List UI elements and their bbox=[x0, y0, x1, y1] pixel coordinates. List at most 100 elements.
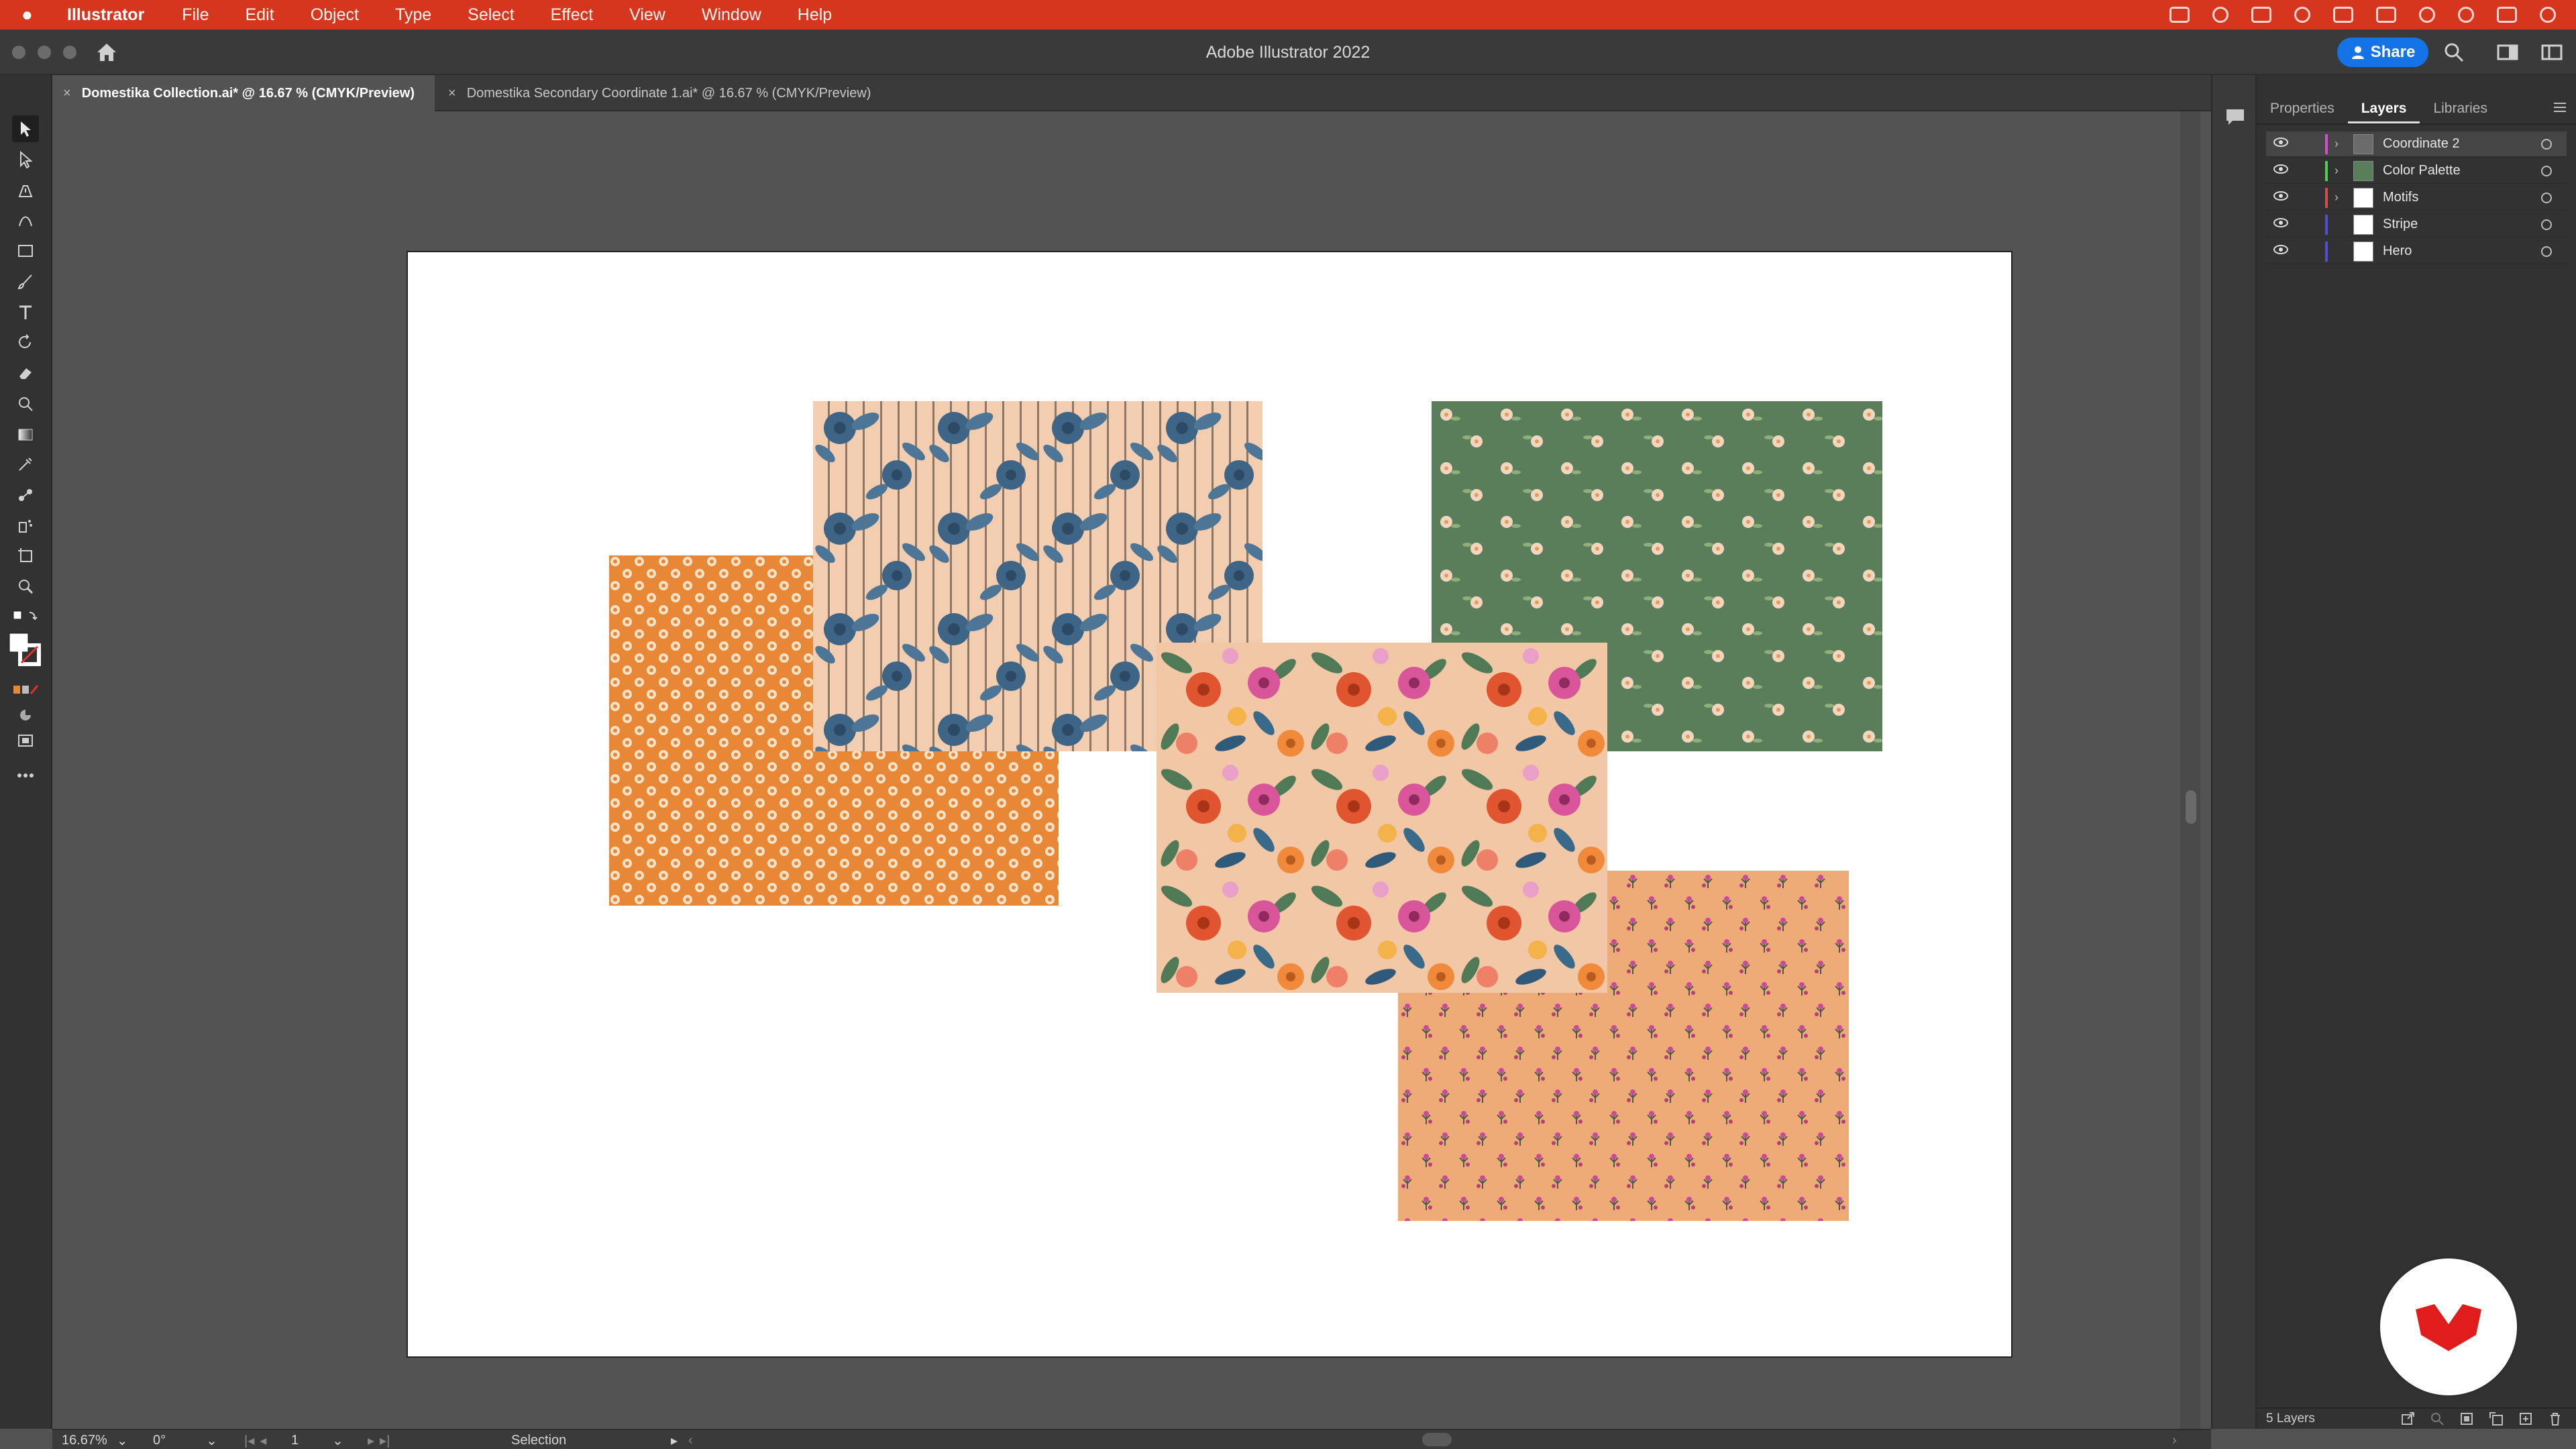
panel-menu-icon[interactable] bbox=[2552, 99, 2568, 115]
visibility-eye-icon[interactable] bbox=[2273, 217, 2293, 232]
paintbrush-tool-icon[interactable] bbox=[12, 268, 39, 295]
previous-artboard-icon[interactable]: ◂ bbox=[260, 1432, 266, 1449]
layer-name[interactable]: Coordinate 2 bbox=[2383, 136, 2541, 152]
chevron-down-icon[interactable]: ⌄ bbox=[206, 1432, 217, 1449]
menu-select[interactable]: Select bbox=[468, 5, 514, 25]
shape-builder-tool-icon[interactable] bbox=[12, 390, 39, 417]
layer-target-icon[interactable] bbox=[2541, 192, 2552, 203]
rotation-field[interactable]: 0° ⌄ bbox=[153, 1432, 227, 1449]
layer-target-icon[interactable] bbox=[2541, 219, 2552, 230]
tab-domestika-secondary-coordinate[interactable]: × Domestika Secondary Coordinate 1.ai* @… bbox=[437, 75, 961, 111]
layer-target-icon[interactable] bbox=[2541, 165, 2552, 176]
artboard-number-field[interactable]: 1 ⌄ bbox=[291, 1432, 345, 1449]
canvas[interactable] bbox=[54, 111, 2220, 1429]
eraser-tool-icon[interactable] bbox=[12, 360, 39, 386]
screen-mode-icon[interactable] bbox=[12, 727, 39, 754]
menu-window[interactable]: Window bbox=[702, 5, 761, 25]
tab-libraries[interactable]: Libraries bbox=[2420, 93, 2501, 123]
selection-tool-icon[interactable] bbox=[12, 115, 39, 142]
menu-type[interactable]: Type bbox=[395, 5, 431, 25]
swap-fill-stroke-icon[interactable] bbox=[12, 604, 39, 631]
menu-view[interactable]: View bbox=[629, 5, 665, 25]
layer-name[interactable]: Hero bbox=[2383, 244, 2541, 259]
layer-target-icon[interactable] bbox=[2541, 246, 2552, 257]
zoom-level[interactable]: 16.67% bbox=[62, 1433, 107, 1448]
play-arrow-icon[interactable]: ▸ bbox=[671, 1432, 678, 1449]
share-button[interactable]: Share bbox=[2337, 38, 2428, 67]
hero-floral-pattern[interactable] bbox=[1157, 643, 1607, 993]
scroll-right-icon[interactable]: › bbox=[2172, 1432, 2186, 1449]
menu-file[interactable]: File bbox=[182, 5, 209, 25]
curvature-tool-icon[interactable] bbox=[12, 207, 39, 233]
fill-stroke-swatch-icon[interactable] bbox=[8, 632, 42, 669]
scroll-left-icon[interactable]: ‹ bbox=[688, 1433, 693, 1448]
pen-tool-icon[interactable] bbox=[12, 177, 39, 204]
menu-app-name[interactable]: Illustrator bbox=[67, 5, 144, 25]
record-icon[interactable] bbox=[2294, 7, 2310, 23]
next-artboard-icon[interactable]: ▸ bbox=[368, 1432, 374, 1449]
first-artboard-icon[interactable]: |◂ bbox=[244, 1432, 254, 1449]
layer-row-hero[interactable]: Hero bbox=[2266, 239, 2567, 264]
new-layer-icon[interactable] bbox=[2518, 1411, 2533, 1426]
rectangle-tool-icon[interactable] bbox=[12, 237, 39, 264]
menu-edit[interactable]: Edit bbox=[246, 5, 274, 25]
menu-effect[interactable]: Effect bbox=[551, 5, 593, 25]
chevron-down-icon[interactable]: ⌄ bbox=[117, 1432, 128, 1449]
rotate-tool-icon[interactable] bbox=[12, 329, 39, 356]
artboard-nav-next[interactable]: ▸ ▸| bbox=[368, 1432, 408, 1449]
display-icon[interactable] bbox=[2251, 7, 2271, 23]
screen-mirroring-icon[interactable] bbox=[2169, 7, 2190, 23]
expand-chevron-icon[interactable]: › bbox=[2334, 164, 2349, 178]
chevron-down-icon[interactable]: ⌄ bbox=[332, 1432, 343, 1449]
direct-selection-tool-icon[interactable] bbox=[12, 146, 39, 173]
artboard-nav-prev[interactable]: |◂ ◂ bbox=[244, 1432, 284, 1449]
siri-icon[interactable] bbox=[2540, 7, 2556, 23]
last-artboard-icon[interactable]: ▸| bbox=[380, 1432, 390, 1449]
tab-layers[interactable]: Layers bbox=[2347, 93, 2420, 123]
menu-help[interactable]: Help bbox=[798, 5, 832, 25]
eyedropper-tool-icon[interactable] bbox=[12, 451, 39, 478]
expand-chevron-icon[interactable]: › bbox=[2334, 137, 2349, 151]
artboard-tool-icon[interactable] bbox=[12, 542, 39, 569]
visibility-eye-icon[interactable] bbox=[2273, 244, 2293, 259]
layer-row-coordinate-2[interactable]: › Coordinate 2 bbox=[2266, 131, 2567, 157]
spotlight-icon[interactable] bbox=[2458, 7, 2474, 23]
rotation-value[interactable]: 0° bbox=[153, 1433, 166, 1448]
search-icon[interactable] bbox=[2442, 40, 2466, 64]
vertical-scrollbar-thumb[interactable] bbox=[2186, 790, 2196, 824]
visibility-eye-icon[interactable] bbox=[2273, 163, 2293, 178]
expand-chevron-icon[interactable]: › bbox=[2334, 191, 2349, 205]
zoom-level-field[interactable]: 16.67% ⌄ bbox=[62, 1432, 136, 1449]
tab-domestika-collection[interactable]: × Domestika Collection.ai* @ 16.67 % (CM… bbox=[52, 75, 435, 111]
artboard[interactable] bbox=[407, 251, 2012, 1358]
battery-icon[interactable] bbox=[2376, 7, 2396, 23]
layer-row-stripe[interactable]: Stripe bbox=[2266, 212, 2567, 237]
layer-row-color-palette[interactable]: › Color Palette bbox=[2266, 158, 2567, 184]
gradient-tool-icon[interactable] bbox=[12, 421, 39, 448]
vertical-scrollbar[interactable] bbox=[2180, 111, 2200, 1429]
new-sublayer-icon[interactable] bbox=[2489, 1411, 2504, 1426]
edit-toolbar-icon[interactable] bbox=[12, 762, 39, 789]
draw-mode-icon[interactable] bbox=[12, 702, 39, 729]
apple-icon[interactable]: ● bbox=[21, 4, 55, 25]
current-tool-field[interactable]: Selection bbox=[511, 1432, 592, 1449]
color-mode-icon[interactable] bbox=[12, 676, 39, 703]
layer-name[interactable]: Color Palette bbox=[2383, 163, 2541, 178]
zoom-tool-icon[interactable] bbox=[12, 573, 39, 600]
visibility-eye-icon[interactable] bbox=[2273, 190, 2293, 205]
close-tab-icon[interactable]: × bbox=[63, 86, 71, 101]
trash-icon[interactable] bbox=[2548, 1411, 2563, 1426]
wifi-icon[interactable] bbox=[2419, 7, 2435, 23]
locate-object-icon[interactable] bbox=[2430, 1411, 2445, 1426]
blend-tool-icon[interactable] bbox=[12, 482, 39, 508]
workspace-switcher-icon[interactable] bbox=[2496, 40, 2520, 64]
creative-cloud-icon[interactable] bbox=[2212, 7, 2229, 23]
artboard-number[interactable]: 1 bbox=[291, 1433, 299, 1448]
symbol-sprayer-tool-icon[interactable] bbox=[12, 513, 39, 539]
arrange-panels-icon[interactable] bbox=[2540, 40, 2564, 64]
visibility-eye-icon[interactable] bbox=[2273, 136, 2293, 152]
tab-properties[interactable]: Properties bbox=[2257, 93, 2348, 123]
clipping-mask-icon[interactable] bbox=[2459, 1411, 2474, 1426]
export-icon[interactable] bbox=[2400, 1411, 2415, 1426]
comments-icon[interactable] bbox=[2224, 107, 2246, 127]
